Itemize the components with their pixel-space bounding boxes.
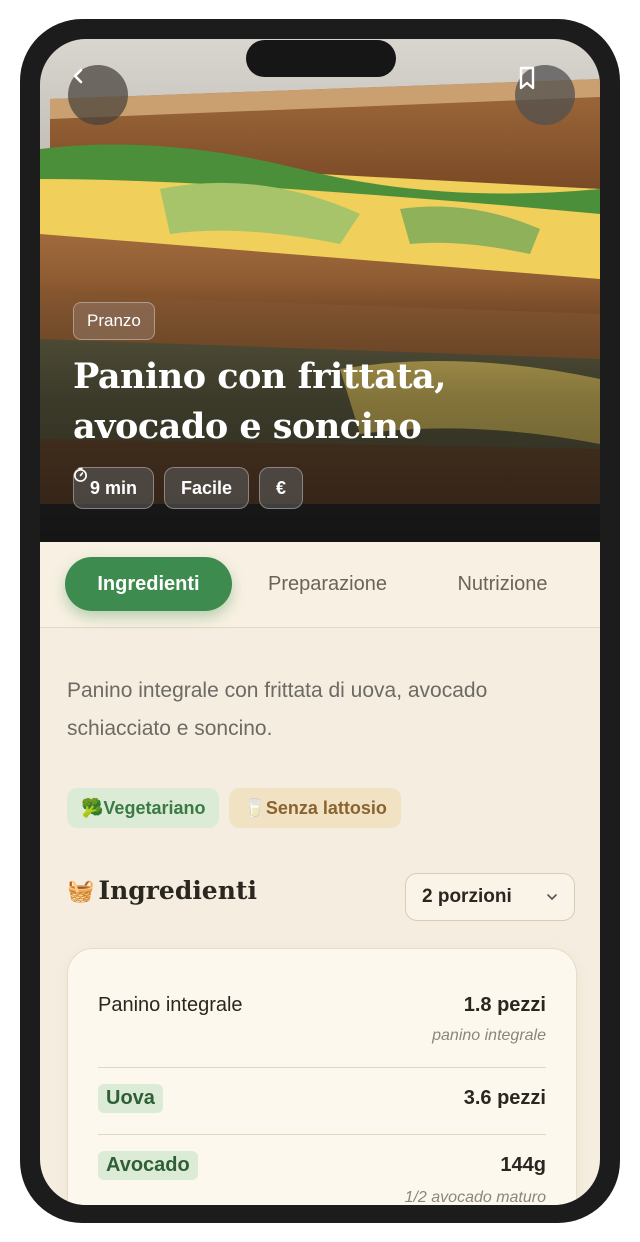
ingredients-card: Panino integrale 1.8 pezzi panino integr… xyxy=(67,948,577,1205)
app-screen: Pranzo Panino con frittata, avocado e so… xyxy=(40,39,600,1205)
portions-select[interactable]: 2 porzioni xyxy=(405,873,575,921)
recipe-title: Panino con frittata, avocado e soncino xyxy=(73,356,446,447)
time-chip-label: 9 min xyxy=(90,477,138,498)
chevron-left-icon xyxy=(73,68,83,84)
bookmark-button[interactable] xyxy=(515,65,575,125)
chevron-down-icon xyxy=(547,894,557,901)
ingredient-name: Avocado xyxy=(98,1151,198,1180)
tag-label: Senza lattosio xyxy=(265,797,387,818)
recipe-hero-image: Pranzo Panino con frittata, avocado e so… xyxy=(40,39,600,542)
ingredient-name: Uova xyxy=(98,1084,163,1113)
portions-value: 2 porzioni xyxy=(422,886,512,907)
ingredients-heading: 🧺 Ingredienti xyxy=(67,876,257,905)
time-chip: 9 min xyxy=(73,467,155,509)
tag-label: Vegetariano xyxy=(103,797,206,818)
diet-tags: 🥦 Vegetariano 🥛 Senza lattosio xyxy=(67,788,401,828)
tag-senza-lattosio: 🥛 Senza lattosio xyxy=(229,788,401,828)
difficulty-chip: Facile xyxy=(164,467,250,509)
recipe-meta-chips: 9 min Facile € xyxy=(73,467,304,509)
category-badge: Pranzo xyxy=(73,302,155,340)
back-button[interactable] xyxy=(68,65,128,125)
ingredient-note: 1/2 avocado maturo xyxy=(404,1189,546,1205)
timer-icon xyxy=(74,467,87,482)
cost-chip-label: € xyxy=(276,477,287,498)
tab-preparazione[interactable]: Preparazione xyxy=(245,557,410,611)
bookmark-icon xyxy=(519,66,535,90)
ingredient-note: panino integrale xyxy=(432,1027,546,1044)
difficulty-chip-label: Facile xyxy=(181,477,233,498)
ingredient-quantity: 144g xyxy=(500,1154,546,1176)
ingredient-quantity: 1.8 pezzi xyxy=(463,994,546,1016)
cost-chip: € xyxy=(259,467,304,509)
tag-vegetariano: 🥦 Vegetariano xyxy=(67,788,220,828)
divider xyxy=(98,1067,546,1068)
recipe-description: Panino integrale con frittata di uova, a… xyxy=(67,679,488,740)
basket-icon: 🧺 xyxy=(67,877,95,903)
broccoli-icon: 🥦 xyxy=(81,797,104,818)
tab-ingredienti[interactable]: Ingredienti xyxy=(65,557,232,611)
divider xyxy=(98,1134,546,1135)
ingredient-quantity: 3.6 pezzi xyxy=(463,1087,546,1109)
ingredient-name: Panino integrale xyxy=(98,994,243,1016)
recipe-tabs: Ingredienti Preparazione Nutrizione xyxy=(40,542,600,628)
ingredients-title: Ingredienti xyxy=(98,876,257,905)
tab-nutrizione[interactable]: Nutrizione xyxy=(430,557,575,611)
milk-glass-icon: 🥛 xyxy=(243,797,266,818)
dynamic-island xyxy=(246,40,396,77)
